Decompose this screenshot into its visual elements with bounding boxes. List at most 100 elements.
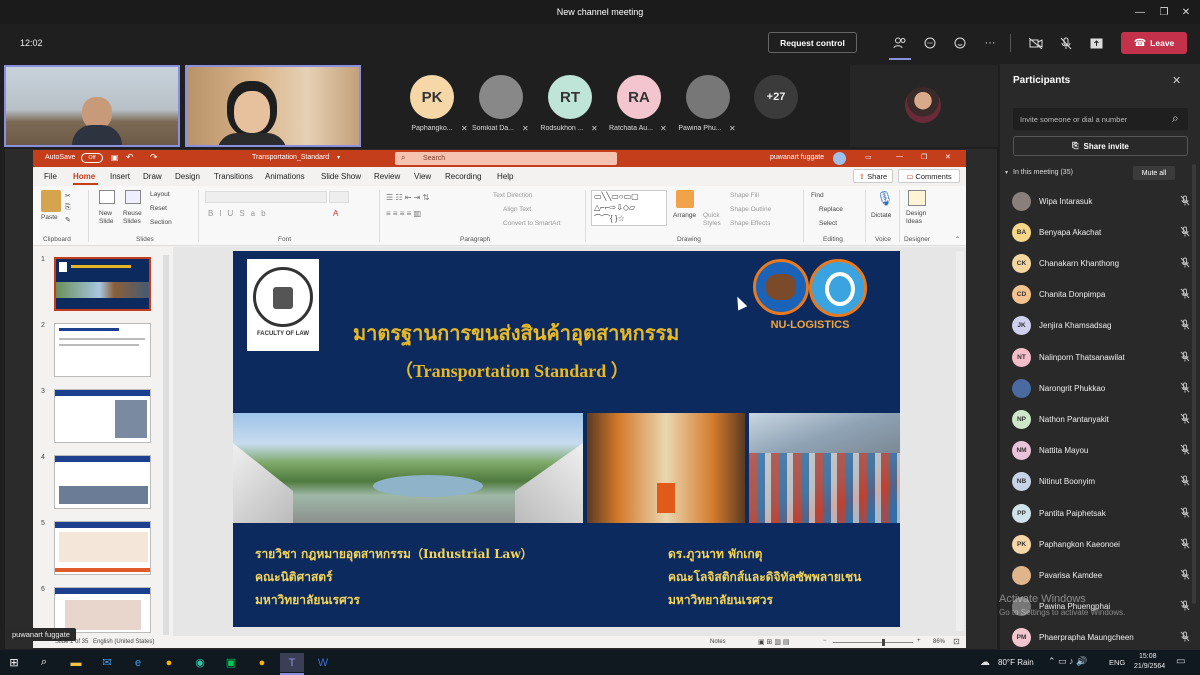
language-status[interactable]: English (United States) [93,639,154,645]
share-invite-button[interactable]: ⎘ Share invite [1013,136,1188,156]
section-button[interactable]: Section [150,219,172,226]
undo-icon[interactable]: ↶ [126,152,134,163]
microphone-icon[interactable]: 🎙 [876,190,894,207]
participant-row[interactable]: NM Nattita Mayou [1012,439,1192,463]
text-direction-button[interactable]: Text Direction [493,192,532,199]
cut-icon[interactable]: ✂ [65,192,71,200]
font-format-icons[interactable]: BIUSab [208,209,272,218]
mic-off-icon[interactable] [1178,475,1192,488]
search-icon[interactable]: ⌕ [32,653,56,672]
participant-avatar[interactable] [479,75,523,119]
quick-styles-label[interactable]: Quick Styles [703,212,727,228]
mic-off-icon[interactable] [1178,257,1192,270]
participant-row[interactable]: Wipa Intarasuk [1012,189,1192,213]
save-icon[interactable]: ▣ [111,153,119,162]
font-color-icon[interactable]: A [333,209,338,218]
zoom-slider[interactable] [833,642,913,643]
shape-fill-button[interactable]: Shape Fill [730,192,759,199]
ribbon-tab[interactable]: Insert [110,172,130,181]
thumbnail-scrollbar[interactable] [163,255,169,635]
shape-effects-button[interactable]: Shape Effects [730,220,770,227]
align-icons[interactable]: ≡ ≡ ≡ ≡ ▥ [386,209,421,218]
share-tray-icon[interactable] [1087,34,1105,52]
edge-icon[interactable]: ◉ [188,653,212,672]
ribbon-tab[interactable]: Design [175,172,200,181]
replace-button[interactable]: Replace [819,206,843,213]
new-slide-label[interactable]: New Slide [99,210,119,226]
shape-outline-button[interactable]: Shape Outline [730,206,771,213]
align-text-button[interactable]: Align Text [503,206,531,213]
mic-off-icon[interactable] [1178,413,1192,426]
autosave-toggle[interactable]: Off [81,153,103,163]
mute-all-button[interactable]: Mute all [1133,166,1175,180]
reset-button[interactable]: Reset [150,205,167,212]
zoom-slider-thumb[interactable] [882,639,885,646]
mic-off-icon[interactable] [1178,195,1192,208]
mic-off-icon[interactable] [1178,382,1192,395]
zoom-in-icon[interactable]: + [917,638,921,644]
convert-smartart-button[interactable]: Convert to SmartArt [503,220,560,227]
font-name-select[interactable] [205,191,327,203]
font-size-select[interactable] [329,191,349,203]
mic-off-icon[interactable] [1178,288,1192,301]
ribbon-tab[interactable]: Draw [143,172,162,181]
slide-thumbnail-5[interactable] [54,521,151,575]
in-meeting-header[interactable]: In this meeting (35) [1013,169,1073,176]
panel-close-icon[interactable]: ✕ [1172,74,1181,87]
tray-date[interactable]: 21/9/2564 [1134,663,1165,670]
reuse-slides-label[interactable]: Reuse Slides [123,210,145,226]
request-control-button[interactable]: Request control [768,32,857,53]
slide-thumbnail-6[interactable] [54,587,151,633]
arrange-label[interactable]: Arrange [673,212,696,219]
design-ideas-label[interactable]: Design Ideas [906,210,932,226]
participants-icon[interactable] [891,34,909,52]
video-tile-2[interactable] [185,65,361,147]
chrome-icon[interactable]: ● [157,653,181,672]
line-icon[interactable]: ▣ [219,653,243,672]
dictate-label[interactable]: Dictate [871,212,891,219]
chat-icon[interactable] [921,34,939,52]
pp-close-icon[interactable]: ✕ [945,153,951,161]
select-button[interactable]: Select [819,220,837,227]
word-icon[interactable]: W [311,653,335,672]
copy-icon[interactable]: ⎘ [65,204,71,212]
system-tray-icons[interactable]: ⌃ ▭ ♪ 🔊 [1048,656,1087,667]
participant-avatar[interactable]: RA [617,75,661,119]
leave-button[interactable]: ☎ Leave [1121,32,1187,54]
ribbon-tab[interactable]: Slide Show [321,172,361,181]
participant-avatar[interactable]: RT [548,75,592,119]
paste-icon[interactable] [41,190,61,212]
chevron-down-icon[interactable]: ▾ [1005,169,1008,176]
mic-off-icon[interactable] [1178,351,1192,364]
notification-icon[interactable]: ▭ [1176,656,1185,667]
slide-thumbnail-4[interactable] [54,455,151,509]
participant-row[interactable]: CD Chanita Donpimpa [1012,283,1192,307]
mic-off-icon[interactable] [1178,444,1192,457]
chrome-profile-icon[interactable]: ● [250,653,274,672]
pp-maximize-icon[interactable]: ❐ [921,153,927,161]
ribbon-tab[interactable]: Review [374,172,400,181]
participant-row[interactable]: Pavarisa Kamdee [1012,563,1192,587]
find-button[interactable]: Find [811,192,824,199]
teams-icon[interactable]: T [280,653,304,672]
weather-icon[interactable]: ☁ [980,657,990,668]
slide-thumbnail-2[interactable] [54,323,151,377]
mic-off-icon[interactable] [1178,507,1192,520]
ribbon-tab[interactable]: Transitions [214,172,253,181]
participant-row[interactable]: PM Phaerprapha Maungcheen [1012,626,1192,650]
redo-icon[interactable]: ↷ [150,152,158,163]
panel-scrollbar[interactable] [1192,164,1196,604]
arrange-icon[interactable] [676,190,694,208]
new-slide-icon[interactable] [99,190,115,204]
ribbon-tab[interactable]: Animations [265,172,305,181]
participant-avatar[interactable] [686,75,730,119]
notes-button[interactable]: Notes [710,639,726,645]
mic-off-icon[interactable] [1057,34,1075,52]
participant-row[interactable]: BA Benyapa Akachat [1012,220,1192,244]
reuse-slides-icon[interactable] [125,190,141,204]
ribbon-tab[interactable]: Recording [445,172,481,181]
mic-off-icon[interactable] [1178,569,1192,582]
format-painter-icon[interactable]: ✎ [65,216,71,224]
ribbon-tab[interactable]: View [414,172,431,181]
close-icon[interactable]: ✕ [1172,0,1200,24]
